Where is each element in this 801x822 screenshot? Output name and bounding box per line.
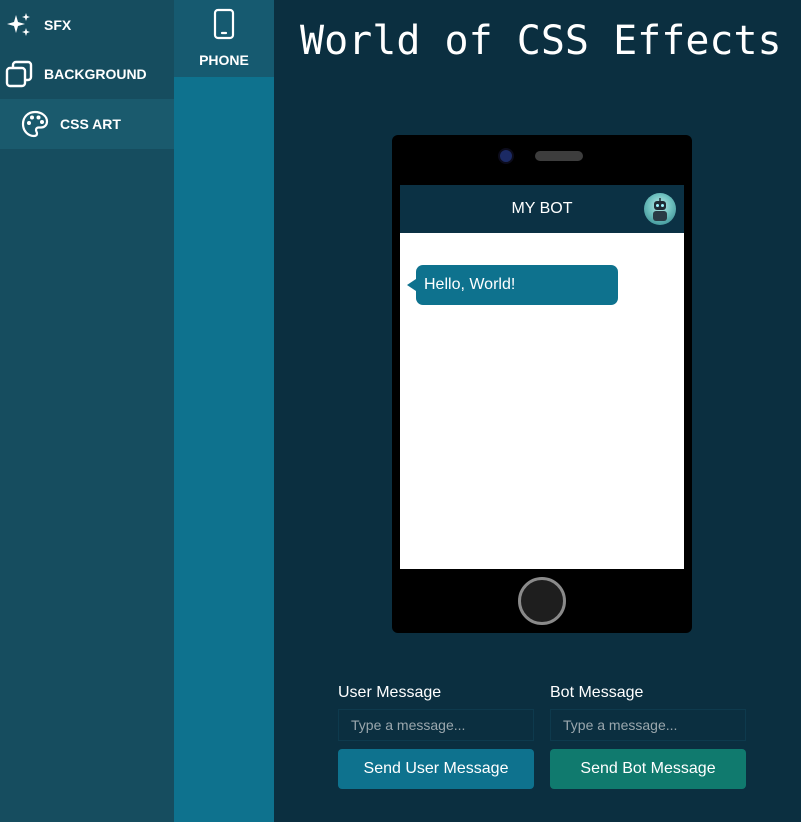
- nav-item-sfx[interactable]: SFX: [0, 0, 174, 50]
- phone-screen: MY BOT Hello, World!: [400, 185, 684, 569]
- phone-home-button: [518, 577, 566, 625]
- send-user-message-button[interactable]: Send User Message: [338, 749, 534, 789]
- message-text: Hello, World!: [424, 276, 516, 293]
- nav-item-label: SFX: [44, 17, 72, 33]
- bot-message-input[interactable]: [550, 709, 746, 741]
- bot-avatar: [644, 193, 676, 225]
- nav-item-css-art[interactable]: CSS ART: [0, 99, 174, 149]
- subnav: PHONE: [174, 0, 274, 822]
- phone-mockup: MY BOT Hello, World!: [392, 135, 692, 633]
- user-message-label: User Message: [338, 684, 442, 701]
- palette-icon: [20, 109, 50, 139]
- send-bot-message-button[interactable]: Send Bot Message: [550, 749, 746, 789]
- nav-item-background[interactable]: BACKGROUND: [0, 49, 174, 99]
- phone-speaker: [535, 151, 583, 161]
- nav-item-label: BACKGROUND: [44, 66, 147, 82]
- subnav-item-phone[interactable]: PHONE: [174, 0, 274, 77]
- user-message-controls: User Message Send User Message: [338, 683, 534, 789]
- bot-message-label: Bot Message: [550, 684, 644, 701]
- page-title: World of CSS Effects: [300, 18, 782, 64]
- bot-message-bubble: Hello, World!: [407, 265, 618, 305]
- copy-squares-icon: [4, 59, 34, 89]
- sparkles-icon: [4, 10, 34, 40]
- subnav-item-label: PHONE: [199, 52, 249, 68]
- user-message-input[interactable]: [338, 709, 534, 741]
- sidebar-nav: SFX BACKGROUND CSS ART: [0, 0, 174, 822]
- nav-item-label: CSS ART: [60, 116, 121, 132]
- bot-message-controls: Bot Message Send Bot Message: [550, 683, 746, 789]
- chat-header: MY BOT: [400, 185, 684, 233]
- phone-camera: [498, 148, 514, 164]
- chat-title: MY BOT: [511, 200, 573, 217]
- phone-icon: [212, 8, 236, 45]
